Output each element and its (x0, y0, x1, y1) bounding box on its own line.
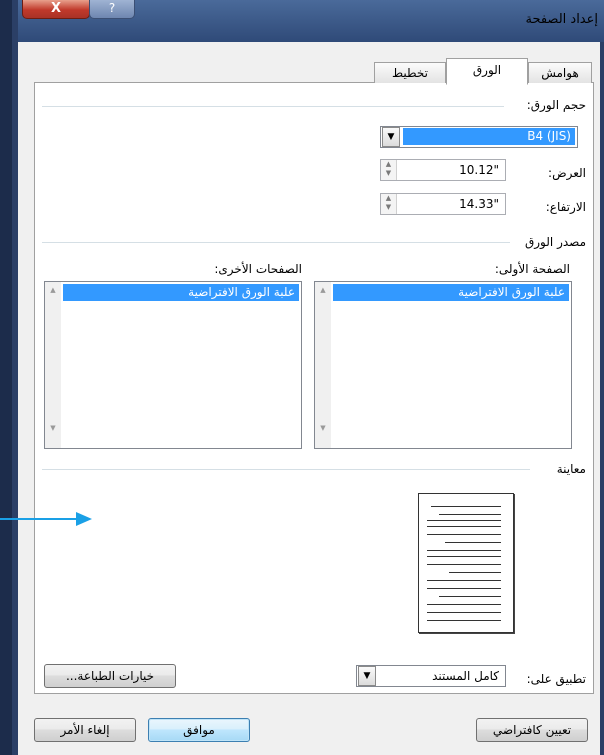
arrow-right-icon (76, 512, 92, 526)
section-divider (42, 242, 510, 243)
annotation-arrow-line (0, 518, 78, 520)
other-pages-option-default-tray[interactable]: علبة الورق الافتراضية (63, 284, 299, 301)
spin-up-icon[interactable]: ▲ (381, 194, 396, 203)
height-label: الارتفاع: (545, 200, 586, 214)
tab-paper[interactable]: الورق (446, 58, 528, 85)
other-pages-label: الصفحات الأخرى: (214, 262, 302, 276)
other-pages-listbox[interactable]: ▲ ▼ علبة الورق الافتراضية (44, 281, 302, 449)
chevron-down-icon[interactable]: ▼ (358, 666, 376, 686)
help-icon: ? (108, 1, 116, 15)
width-spinner[interactable]: ▲ ▼ 10.12" (380, 159, 506, 181)
set-as-default-button[interactable]: تعيين كافتراضي (476, 718, 588, 742)
page-preview-thumbnail (418, 493, 514, 633)
first-page-option-default-tray[interactable]: علبة الورق الافتراضية (333, 284, 569, 301)
preview-heading: معاينة (556, 462, 586, 476)
width-label: العرض: (548, 166, 586, 180)
section-divider (42, 469, 530, 470)
help-button[interactable]: ? (89, 0, 135, 19)
spin-down-icon[interactable]: ▼ (381, 203, 396, 212)
ok-button[interactable]: موافق (148, 718, 250, 742)
width-value: 10.12" (459, 163, 499, 177)
scrollbar[interactable]: ▲ ▼ (315, 282, 331, 448)
close-icon: X (50, 1, 62, 16)
apply-to-label: تطبيق على: (526, 672, 586, 686)
height-spinner[interactable]: ▲ ▼ 14.33" (380, 193, 506, 215)
chevron-down-icon[interactable]: ▼ (382, 127, 400, 147)
first-page-listbox[interactable]: ▲ ▼ علبة الورق الافتراضية (314, 281, 572, 449)
paper-size-selected: B4 (JIS) (403, 128, 575, 145)
section-divider (42, 106, 504, 107)
paper-size-select[interactable]: ▼ B4 (JIS) (380, 126, 578, 148)
paper-size-heading: حجم الورق: (526, 98, 586, 112)
scroll-up-icon[interactable]: ▲ (315, 286, 331, 294)
tab-layout[interactable]: تخطيط (374, 62, 446, 83)
apply-to-selected: كامل المستند (432, 669, 499, 683)
spin-down-icon[interactable]: ▼ (381, 169, 396, 178)
apply-to-select[interactable]: ▼ كامل المستند (356, 665, 506, 687)
cancel-button[interactable]: إلغاء الأمر (34, 718, 136, 742)
scrollbar[interactable]: ▲ ▼ (45, 282, 61, 448)
dialog-title: إعداد الصفحة (525, 12, 598, 27)
spin-up-icon[interactable]: ▲ (381, 160, 396, 169)
paper-source-heading: مصدر الورق (524, 235, 586, 249)
print-options-button[interactable]: خيارات الطباعة... (44, 664, 176, 688)
scroll-up-icon[interactable]: ▲ (45, 286, 61, 294)
scroll-down-icon[interactable]: ▼ (45, 424, 61, 432)
close-button[interactable]: X (22, 0, 90, 19)
height-value: 14.33" (459, 197, 499, 211)
tab-margins[interactable]: هوامش (528, 62, 592, 83)
scroll-down-icon[interactable]: ▼ (315, 424, 331, 432)
first-page-label: الصفحة الأولى: (494, 262, 570, 276)
